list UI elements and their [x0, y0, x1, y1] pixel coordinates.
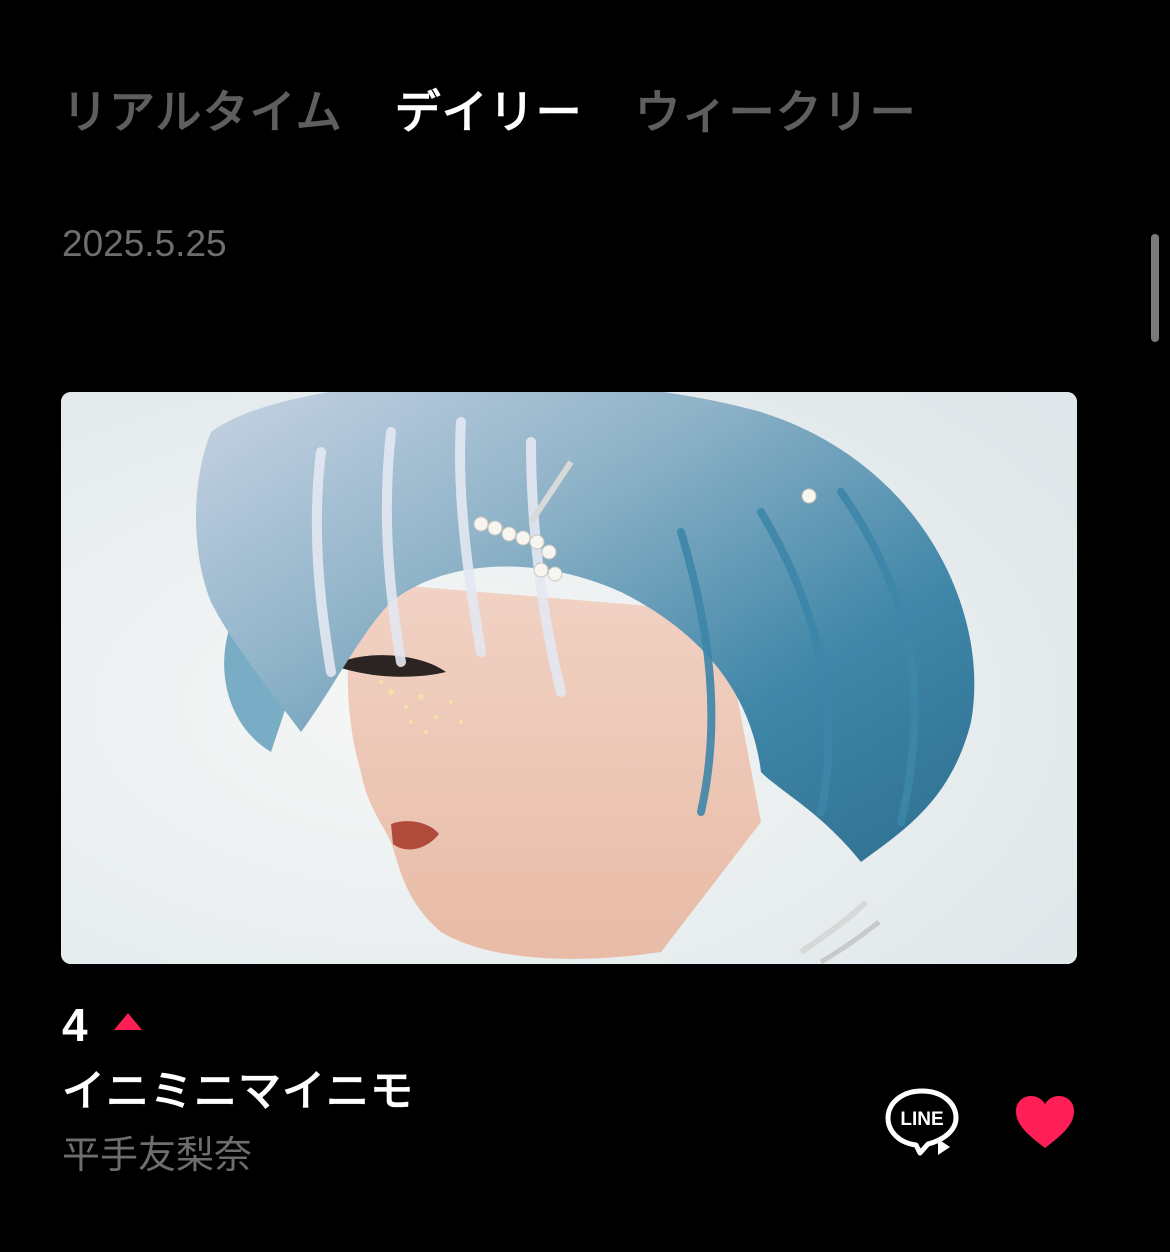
chart-period-tabs: リアルタイム デイリー ウィークリー	[62, 82, 917, 142]
rank-up-icon	[113, 1012, 142, 1030]
line-icon-label: LINE	[900, 1109, 943, 1130]
rank-number: 4	[62, 999, 88, 1051]
artist-name[interactable]: 平手友梨奈	[62, 1130, 252, 1180]
line-share-icon[interactable]: LINE	[884, 1087, 960, 1159]
favorite-heart-icon[interactable]	[1014, 1094, 1076, 1150]
tab-weekly[interactable]: ウィークリー	[635, 82, 917, 142]
rank-row: 4	[62, 998, 142, 1052]
cover-image[interactable]	[61, 392, 1077, 964]
scrollbar[interactable]	[1151, 234, 1159, 342]
tab-daily[interactable]: デイリー	[395, 82, 583, 142]
chart-date: 2025.5.25	[62, 223, 227, 264]
song-title[interactable]: イニミニマイニモ	[62, 1064, 414, 1120]
tab-realtime[interactable]: リアルタイム	[62, 82, 343, 142]
